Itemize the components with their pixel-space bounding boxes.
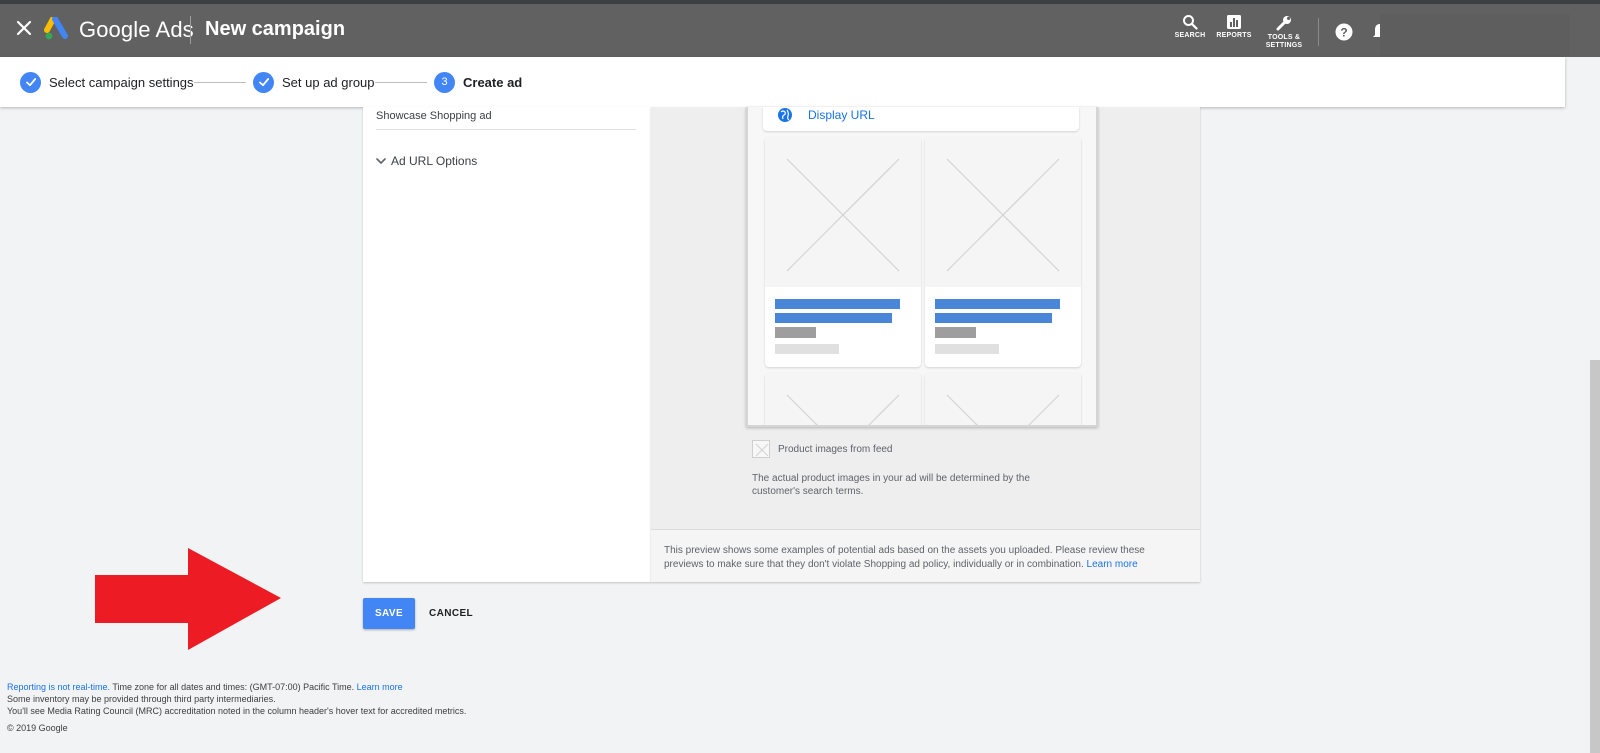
footer-learn-more-link[interactable]: Learn more — [357, 682, 403, 692]
legal-footer: Reporting is not real-time. Time zone fo… — [7, 681, 466, 717]
field-underline — [376, 129, 636, 130]
product-info-placeholder — [765, 287, 921, 367]
svg-text:?: ? — [1340, 26, 1347, 40]
wrench-icon — [1276, 16, 1291, 31]
step-label: Select campaign settings — [49, 74, 194, 90]
step-create-ad[interactable]: 3 Create ad — [434, 71, 522, 93]
brand-name: Google Ads — [79, 17, 194, 42]
preview-disclaimer: This preview shows some examples of pote… — [651, 529, 1200, 582]
search-icon — [1183, 15, 1198, 30]
header-divider — [190, 16, 191, 44]
inventory-text: Some inventory may be provided through t… — [7, 694, 276, 704]
product-card — [765, 137, 921, 367]
product-image-placeholder — [925, 373, 1081, 425]
chevron-down-icon — [376, 158, 386, 165]
product-card — [765, 373, 921, 425]
product-info-placeholder — [925, 287, 1081, 367]
check-icon — [20, 71, 41, 93]
product-images-label: Product images from feed — [778, 443, 893, 455]
disclaimer-body: This preview shows some examples of pote… — [664, 545, 1145, 570]
google-ads-logo-icon — [44, 17, 68, 40]
ad-editor-panel: Showcase Shopping ad Ad URL Options — [363, 107, 651, 582]
page-scrollbar[interactable] — [1590, 360, 1600, 753]
help-icon[interactable]: ? — [1335, 23, 1353, 41]
feed-description: The actual product images in your ad wil… — [752, 473, 1030, 497]
ad-preview-panel: Display URL Product images from feed The… — [651, 107, 1200, 582]
reports-tool-button[interactable]: REPORTS — [1206, 10, 1262, 40]
check-icon — [253, 71, 274, 93]
reporting-link[interactable]: Reporting is not real-time. — [7, 682, 110, 692]
ad-url-options-label: Ad URL Options — [391, 154, 478, 168]
product-image-placeholder — [765, 373, 921, 425]
product-image-placeholder — [925, 137, 1081, 287]
display-url-link: Display URL — [808, 108, 875, 122]
mrc-text: You'll see Media Rating Council (MRC) ac… — [7, 706, 467, 716]
product-image-placeholder — [765, 137, 921, 287]
step-select-campaign-settings[interactable]: Select campaign settings — [20, 71, 194, 93]
reports-tool-label: REPORTS — [1216, 32, 1252, 39]
tools-settings-label-2: SETTINGS — [1265, 42, 1303, 49]
account-info-redacted — [1380, 14, 1570, 56]
learn-more-link[interactable]: Learn more — [1087, 559, 1138, 570]
step-label: Set up ad group — [282, 74, 375, 90]
save-button[interactable]: SAVE — [363, 598, 415, 629]
reports-icon — [1227, 15, 1241, 29]
timezone-text: Time zone for all dates and times: (GMT-… — [110, 682, 357, 692]
image-placeholder-icon — [752, 440, 770, 458]
page-title: New campaign — [205, 18, 346, 40]
step-connector — [375, 82, 427, 83]
globe-icon — [778, 108, 792, 122]
close-icon[interactable] — [14, 18, 34, 38]
mobile-preview-frame: Display URL — [746, 107, 1098, 427]
step-set-up-ad-group[interactable]: Set up ad group — [253, 71, 375, 93]
cancel-button[interactable]: CANCEL — [421, 598, 481, 629]
tools-settings-button[interactable]: TOOLS & SETTINGS — [1256, 10, 1312, 50]
top-app-bar: Google Ads New campaign SEARCH REPORTS T… — [0, 0, 1600, 57]
product-card — [925, 137, 1081, 367]
ad-url-options-toggle[interactable]: Ad URL Options — [375, 154, 477, 168]
disclaimer-text: This preview shows some examples of pote… — [664, 544, 1184, 572]
ad-name-value: Showcase Shopping ad — [376, 110, 492, 122]
step-connector — [194, 82, 246, 83]
tools-settings-label: TOOLS & — [1267, 34, 1301, 41]
product-images-from-feed: Product images from feed — [752, 440, 893, 458]
copyright: © 2019 Google — [7, 723, 68, 733]
campaign-stepper: Select campaign settings Set up ad group… — [0, 57, 1565, 107]
red-arrow-annotation — [95, 548, 281, 650]
step-label: Create ad — [463, 74, 523, 90]
display-url-card: Display URL — [763, 107, 1079, 131]
step-number-badge: 3 — [434, 71, 455, 93]
product-card — [925, 373, 1081, 425]
toolbar-divider — [1318, 18, 1319, 46]
